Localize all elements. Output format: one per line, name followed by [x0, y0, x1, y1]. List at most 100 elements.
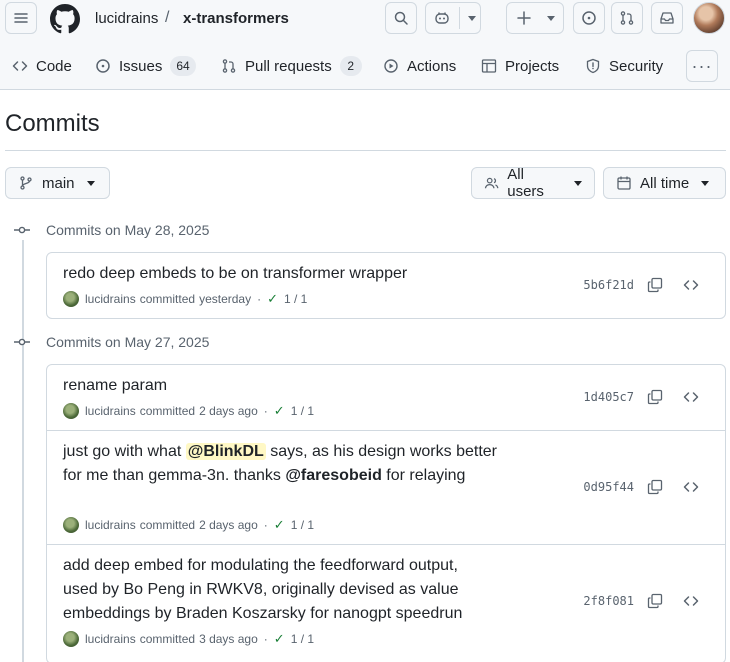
copy-sha-button[interactable] [645, 477, 665, 497]
commit-meta: lucidrains committed 2 days ago · ✓ 1 / … [63, 401, 314, 421]
check-icon[interactable]: ✓ [274, 517, 285, 533]
commit-sha-link[interactable]: 0d95f44 [582, 480, 634, 494]
commit-author-link[interactable]: lucidrains [85, 518, 136, 532]
author-avatar[interactable] [63, 631, 79, 647]
commit-group-date: Commits on May 28, 2025 [46, 222, 210, 238]
checks-count[interactable]: 1 / 1 [291, 632, 314, 646]
calendar-icon [617, 176, 631, 190]
more-tabs-button[interactable]: ··· [686, 50, 718, 82]
author-avatar[interactable] [63, 403, 79, 419]
tab-issues[interactable]: Issues 64 [95, 54, 196, 78]
copilot-button[interactable] [425, 2, 481, 34]
repo-separator: / [165, 9, 170, 26]
copilot-divider [459, 7, 460, 29]
copy-icon [647, 277, 663, 293]
tab-label: Code [36, 57, 72, 75]
author-avatar[interactable] [63, 517, 79, 533]
repo-tabs: Code Issues 64 Pull requests 2 Actions P… [0, 46, 730, 86]
pull-requests-global-button[interactable] [611, 2, 643, 34]
repo-name-link[interactable]: x-transformers [183, 10, 289, 27]
browse-repo-button[interactable] [681, 477, 701, 497]
issues-global-button[interactable] [573, 2, 605, 34]
commit-message-link[interactable]: rename param [63, 374, 503, 398]
tab-pull-requests[interactable]: Pull requests 2 [221, 54, 362, 78]
copy-icon [647, 593, 663, 609]
commit-sha-link[interactable]: 2f8f081 [582, 594, 634, 608]
chevron-down-icon[interactable] [468, 16, 476, 21]
people-icon [484, 177, 499, 189]
commit-time[interactable]: 2 days ago [199, 518, 258, 532]
commit-action-text: committed [139, 518, 196, 532]
kebab-horizontal-icon: ··· [691, 55, 713, 76]
play-icon [384, 59, 398, 73]
check-icon[interactable]: ✓ [274, 631, 285, 647]
checks-count[interactable]: 1 / 1 [284, 292, 307, 306]
commit-time[interactable]: yesterday [199, 292, 251, 306]
commit-sha-link[interactable]: 1d405c7 [582, 390, 634, 404]
commit-row: add deep embed for modulating the feedfo… [47, 544, 725, 658]
browse-repo-button[interactable] [681, 387, 701, 407]
commit-author-link[interactable]: lucidrains [85, 632, 136, 646]
create-new-button[interactable] [506, 2, 564, 34]
menu-button[interactable] [5, 2, 37, 34]
user-mention-link[interactable]: @faresobeid [285, 467, 382, 484]
checks-count[interactable]: 1 / 1 [291, 404, 314, 418]
commit-row: redo deep embeds to be on transformer wr… [47, 253, 725, 318]
chevron-down-icon [701, 180, 710, 186]
branch-select-label: main [42, 174, 75, 192]
global-topbar: lucidrains / x-transformers [0, 0, 730, 40]
issues-counter: 64 [170, 56, 196, 76]
copilot-icon [435, 12, 449, 24]
git-pull-request-icon [620, 11, 634, 25]
checks-count[interactable]: 1 / 1 [291, 518, 314, 532]
pull-requests-counter: 2 [339, 56, 362, 76]
commit-action-text: committed [139, 632, 196, 646]
browse-repo-button[interactable] [681, 275, 701, 295]
user-mention-link[interactable]: @BlinkDL [185, 443, 266, 460]
commit-group-heading: Commits on May 27, 2025 [14, 332, 209, 352]
tab-security[interactable]: Security [585, 54, 663, 78]
copy-icon [647, 479, 663, 495]
commit-time[interactable]: 3 days ago [199, 632, 258, 646]
check-icon[interactable]: ✓ [267, 291, 278, 307]
code-icon [683, 392, 699, 402]
copy-sha-button[interactable] [645, 275, 665, 295]
repo-owner-link[interactable]: lucidrains [95, 10, 158, 27]
commit-message-link[interactable]: just go with what @BlinkDL says, as his … [63, 440, 503, 488]
tab-actions[interactable]: Actions [383, 54, 456, 78]
code-icon [12, 61, 28, 71]
separator-dot: · [263, 632, 268, 646]
commit-time[interactable]: 2 days ago [199, 404, 258, 418]
check-icon[interactable]: ✓ [274, 403, 285, 419]
commit-author-link[interactable]: lucidrains [85, 404, 136, 418]
time-filter-label: All time [640, 174, 690, 192]
inbox-button[interactable] [651, 2, 683, 34]
commit-message-link[interactable]: add deep embed for modulating the feedfo… [63, 554, 493, 626]
copy-sha-button[interactable] [645, 591, 665, 611]
time-filter[interactable]: All time [603, 167, 726, 199]
separator-dot: · [263, 518, 268, 532]
tab-label: Issues [119, 57, 163, 75]
commit-row: just go with what @BlinkDL says, as his … [47, 430, 725, 544]
git-pull-request-icon [222, 59, 236, 73]
timeline-line [22, 240, 24, 662]
tab-projects[interactable]: Projects [481, 54, 559, 78]
author-avatar[interactable] [63, 291, 79, 307]
tab-label: Projects [505, 57, 560, 75]
tab-code[interactable]: Code [12, 54, 72, 78]
github-logo-icon[interactable] [50, 4, 80, 34]
tab-label: Actions [407, 57, 457, 75]
commit-row: rename param lucidrains committed 2 days… [47, 365, 725, 430]
users-filter[interactable]: All users [471, 166, 595, 200]
commit-sha-link[interactable]: 5b6f21d [582, 278, 634, 292]
copy-sha-button[interactable] [645, 387, 665, 407]
separator-dot: · [263, 404, 268, 418]
separator-dot: · [257, 292, 262, 306]
branch-select[interactable]: main [5, 167, 110, 199]
search-button[interactable] [385, 2, 417, 34]
commit-author-link[interactable]: lucidrains [85, 292, 136, 306]
commit-message-link[interactable]: redo deep embeds to be on transformer wr… [63, 262, 503, 286]
browse-repo-button[interactable] [681, 591, 701, 611]
commit-action-text: committed [139, 292, 196, 306]
user-avatar[interactable] [693, 2, 725, 34]
